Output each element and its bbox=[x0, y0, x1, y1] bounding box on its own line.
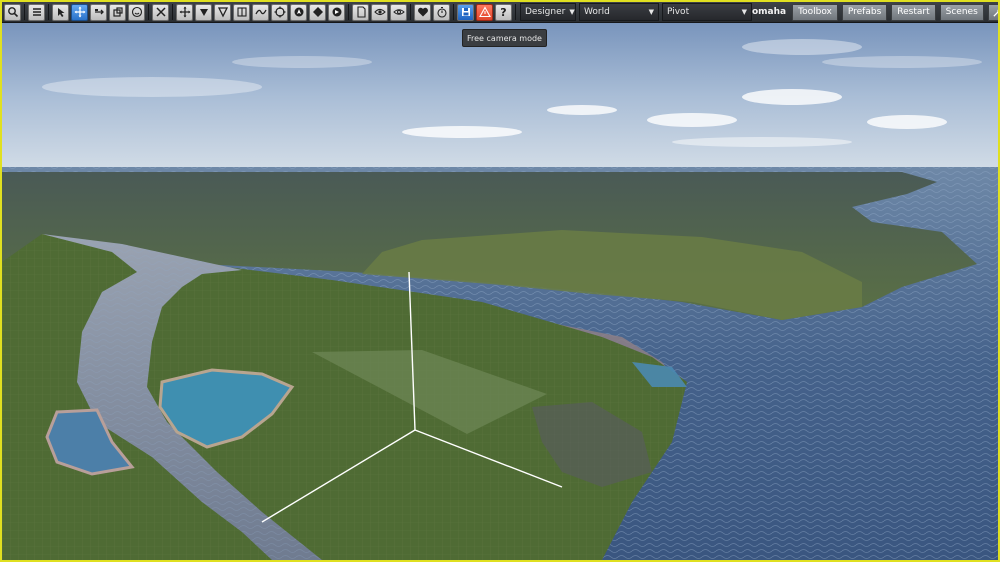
drop-icon[interactable] bbox=[214, 3, 231, 21]
eye-outline-icon[interactable] bbox=[390, 3, 407, 21]
toolbar-separator bbox=[48, 4, 49, 20]
diamond-icon[interactable] bbox=[309, 3, 326, 21]
wrench-icon[interactable] bbox=[987, 3, 998, 21]
restart-button[interactable]: Restart bbox=[891, 3, 936, 21]
warning-icon[interactable] bbox=[476, 3, 493, 21]
drop-down-icon[interactable] bbox=[195, 3, 212, 21]
user-name: omaha bbox=[752, 7, 787, 17]
toolbar-separator bbox=[24, 4, 25, 20]
select-icon[interactable] bbox=[52, 3, 69, 21]
rotate-icon[interactable] bbox=[90, 3, 107, 21]
chevron-down-icon: ▼ bbox=[648, 8, 654, 16]
search-icon[interactable] bbox=[4, 3, 21, 21]
scenes-button[interactable]: Scenes bbox=[939, 3, 984, 21]
toolbar-separator bbox=[172, 4, 173, 20]
space-dropdown[interactable]: World ▼ bbox=[579, 3, 659, 21]
toolbar-separator bbox=[148, 4, 149, 20]
stopwatch-icon[interactable] bbox=[433, 3, 450, 21]
chevron-down-icon: ▼ bbox=[569, 8, 575, 16]
prefabs-button[interactable]: Prefabs bbox=[841, 3, 888, 21]
pivot-dropdown[interactable]: Pivot ▼ bbox=[662, 3, 752, 21]
cut-icon[interactable] bbox=[152, 3, 169, 21]
pivot-dropdown-label: Pivot bbox=[667, 7, 690, 17]
compass-icon[interactable] bbox=[290, 3, 307, 21]
chevron-down-icon: ▼ bbox=[741, 8, 747, 16]
rotate-circle-icon[interactable] bbox=[328, 3, 345, 21]
snap-icon[interactable] bbox=[176, 3, 193, 21]
editor-window: ? Designer ▼ World ▼ Pivot ▼ omaha Toolb… bbox=[0, 0, 1000, 562]
help-glyph: ? bbox=[500, 5, 507, 19]
pause-frame-icon[interactable] bbox=[233, 3, 250, 21]
move-icon[interactable] bbox=[71, 3, 88, 21]
menu-icon[interactable] bbox=[28, 3, 45, 21]
toolbar-separator bbox=[515, 4, 516, 20]
eye-icon[interactable] bbox=[371, 3, 388, 21]
tooltip: Free camera mode bbox=[462, 29, 547, 47]
terrain-scene[interactable] bbox=[2, 2, 998, 560]
heart-icon[interactable] bbox=[414, 3, 431, 21]
help-icon[interactable]: ? bbox=[495, 3, 512, 21]
scale-icon[interactable] bbox=[109, 3, 126, 21]
3d-viewport[interactable]: ? Designer ▼ World ▼ Pivot ▼ omaha Toolb… bbox=[2, 2, 998, 560]
save-icon[interactable] bbox=[457, 3, 474, 21]
target-icon[interactable] bbox=[271, 3, 288, 21]
document-icon[interactable] bbox=[352, 3, 369, 21]
mode-dropdown-label: Designer bbox=[525, 7, 566, 17]
toolbar-separator bbox=[348, 4, 349, 20]
route-icon[interactable] bbox=[252, 3, 269, 21]
space-dropdown-label: World bbox=[584, 7, 610, 17]
editor-toolbar: ? Designer ▼ World ▼ Pivot ▼ omaha Toolb… bbox=[2, 2, 998, 23]
toolbar-separator bbox=[453, 4, 454, 20]
toolbox-button[interactable]: Toolbox bbox=[792, 3, 838, 21]
smiley-icon[interactable] bbox=[128, 3, 145, 21]
mode-dropdown[interactable]: Designer ▼ bbox=[520, 3, 576, 21]
toolbar-separator bbox=[410, 4, 411, 20]
